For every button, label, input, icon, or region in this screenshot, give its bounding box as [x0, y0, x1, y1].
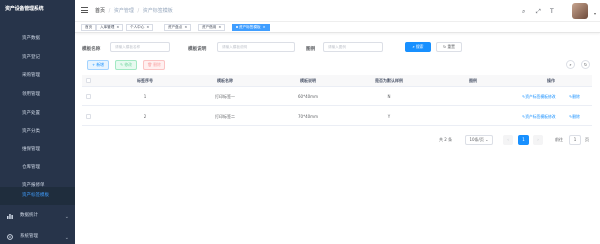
column-header: 操作 [547, 78, 555, 83]
goto-label: 前往 [555, 137, 563, 142]
table-header: 标签序号 模板名称 模板说明 是否为默认样例 图例 操作 [82, 75, 592, 87]
sidebar-item-disposal[interactable]: 资产处置 [0, 105, 75, 123]
sidebar-group-system[interactable]: 系统管理 ⌄ [0, 228, 75, 244]
table-row: 2 打印标签二 70*40mm Y ✎资产标签模板修改 ✎删除 [82, 107, 592, 126]
sidebar-group-statistics[interactable]: 数据统计 ⌄ [0, 207, 75, 225]
cell-size: 70*40mm [298, 114, 318, 119]
table-row: 1 打印标签一 60*40mm N ✎资产标签模板修改 ✎删除 [82, 87, 592, 106]
close-icon[interactable]: × [146, 25, 149, 29]
tag-inbound[interactable]: 入库管理 × [96, 24, 124, 31]
image-input[interactable]: 请输入图例 [323, 42, 383, 52]
fullscreen-icon[interactable]: ⤢ [536, 8, 541, 16]
sidebar-item-label-template[interactable]: 资产标签模板 [0, 187, 75, 205]
search-button[interactable]: ⌕ 搜索 [405, 42, 431, 52]
row-edit-link[interactable]: ✎资产标签模板修改 [522, 114, 556, 120]
row-checkbox[interactable] [86, 94, 91, 99]
close-icon[interactable]: × [116, 25, 119, 29]
select-all-checkbox[interactable] [86, 78, 91, 83]
font-size-icon[interactable]: T [550, 8, 554, 15]
tag-profile[interactable]: 个人中心 × [126, 24, 154, 31]
template-desc-label: 模板说明 [188, 47, 207, 52]
sidebar: 资产设备管理系统 资产数据 资产登记 采购管理 领用管理 资产处置 资产分类 维… [0, 0, 75, 244]
breadcrumb-level2: 资产标签模板 [142, 8, 173, 14]
add-button[interactable]: + 新增 [87, 60, 109, 70]
cell-name: 打印标签二 [215, 114, 235, 119]
refresh-icon: ↻ [583, 62, 588, 67]
chevron-down-icon: ⌄ [483, 137, 489, 142]
next-page-button[interactable]: › [533, 135, 543, 145]
app-root: 资产设备管理系统 资产数据 资产登记 采购管理 领用管理 资产处置 资产分类 维… [0, 0, 600, 244]
toggle-search-button[interactable]: ⌕ [566, 60, 575, 69]
goto-page-input[interactable]: 1 [569, 135, 581, 145]
template-desc-input[interactable]: 请输入模板说明 [217, 42, 295, 52]
app-title: 资产设备管理系统 [5, 6, 44, 12]
search-icon[interactable]: ⌕ [522, 8, 525, 16]
caret-down-icon[interactable]: ▾ [594, 11, 596, 16]
cell-no: 1 [143, 94, 147, 99]
breadcrumb: 首页 / 资产管理 / 资产标签模板 [95, 8, 173, 14]
tag-inventory[interactable]: 资产盘点 × [164, 24, 192, 31]
row-edit-link[interactable]: ✎资产标签模板修改 [522, 94, 556, 100]
image-label: 图例 [306, 47, 316, 52]
tag-borrow[interactable]: 资产借用 × [198, 24, 226, 31]
sidebar-item-asset-data[interactable]: 资产数据 [0, 30, 75, 48]
breadcrumb-level1: 资产管理 [113, 8, 134, 14]
sidebar-item-purchase[interactable]: 采购管理 [0, 67, 75, 85]
row-delete-link[interactable]: ✎删除 [569, 114, 580, 120]
cell-default: Y [387, 114, 391, 119]
tag-label-template[interactable]: 资产标签模板 × [232, 24, 270, 31]
top-icons: ⌕ ⤢ T ▾ [522, 3, 596, 19]
sidebar-item-maintenance[interactable]: 维保管理 [0, 141, 75, 159]
page-number-current[interactable]: 1 [518, 135, 529, 145]
breadcrumb-home[interactable]: 首页 [95, 8, 105, 14]
sidebar-group-label: 系统管理 [20, 234, 38, 239]
chevron-left-icon: ‹ [507, 137, 509, 142]
avatar[interactable] [572, 3, 588, 19]
sidebar-group-label: 数据统计 [20, 213, 38, 218]
delete-button[interactable]: 🗑 删除 [143, 60, 165, 70]
gear-icon [7, 234, 13, 240]
chevron-down-icon: ⌄ [64, 235, 69, 241]
sidebar-item-requisition[interactable]: 领用管理 [0, 86, 75, 104]
hamburger-icon[interactable] [81, 7, 88, 13]
row-delete-link[interactable]: ✎删除 [569, 94, 580, 100]
sidebar-item-asset-register[interactable]: 资产登记 [0, 49, 75, 67]
column-header: 是否为默认样例 [375, 78, 403, 83]
page-suffix: 页 [585, 137, 589, 142]
chevron-right-icon: › [537, 137, 539, 142]
cell-size: 60*40mm [298, 94, 318, 99]
page-size-select[interactable]: 10条/页 ⌄ [465, 135, 493, 145]
tag-home[interactable]: 首页 [81, 24, 97, 31]
template-name-input[interactable]: 请输入模板名称 [110, 42, 170, 52]
column-header: 模板说明 [300, 78, 316, 83]
sidebar-item-warehouse[interactable]: 仓库管理 [0, 159, 75, 177]
close-icon[interactable]: × [218, 25, 221, 29]
prev-page-button[interactable]: ‹ [503, 135, 513, 145]
bar-chart-icon [7, 214, 13, 219]
close-icon[interactable]: × [184, 25, 187, 29]
column-header: 标签序号 [137, 78, 153, 83]
refresh-button[interactable]: ↻ [581, 60, 590, 69]
tags-bar: 首页 入库管理 × 个人中心 × 资产盘点 × 资产借用 × 资产标签模板 × [75, 22, 600, 33]
close-icon[interactable]: × [263, 25, 266, 29]
column-header: 图例 [469, 78, 477, 83]
template-name-label: 模板名称 [82, 47, 101, 52]
pagination-total: 共 2 条 [439, 137, 453, 142]
cell-name: 打印标签一 [215, 94, 235, 99]
row-checkbox[interactable] [86, 114, 91, 119]
edit-button[interactable]: ✎ 修改 [115, 60, 137, 70]
topbar: 首页 / 资产管理 / 资产标签模板 ⌕ ⤢ T ▾ [75, 0, 600, 22]
search-icon: ⌕ [569, 62, 572, 67]
cell-no: 2 [143, 114, 147, 119]
sidebar-item-category[interactable]: 资产分类 [0, 123, 75, 141]
cell-default: N [387, 94, 391, 99]
chevron-down-icon: ⌄ [64, 214, 69, 220]
reset-button[interactable]: ↻ 重置 [436, 42, 462, 52]
column-header: 模板名称 [217, 78, 233, 83]
